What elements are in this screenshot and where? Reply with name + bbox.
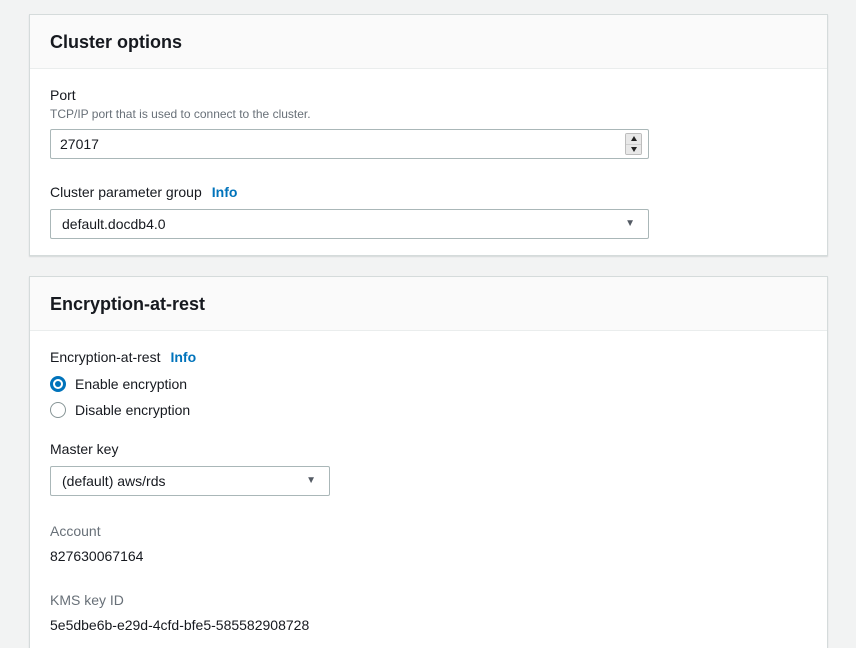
encryption-header: Encryption-at-rest: [30, 277, 827, 331]
stepper-down-button[interactable]: [626, 144, 641, 155]
radio-button-icon: [50, 376, 66, 392]
radio-enable-encryption[interactable]: Enable encryption: [50, 376, 807, 392]
radio-button-icon: [50, 402, 66, 418]
encryption-field-label: Encryption-at-rest: [50, 348, 160, 366]
port-input[interactable]: 27017: [50, 129, 649, 159]
port-stepper: [625, 133, 642, 155]
encryption-label-row: Encryption-at-rest Info: [50, 348, 807, 366]
parameter-group-label-row: Cluster parameter group Info: [50, 183, 807, 201]
port-input-value: 27017: [60, 136, 99, 152]
master-key-select[interactable]: (default) aws/rds ▼: [50, 466, 330, 496]
port-label: Port: [50, 86, 807, 104]
kms-key-id-label: KMS key ID: [50, 591, 807, 609]
radio-enable-label: Enable encryption: [75, 376, 187, 392]
radio-disable-encryption[interactable]: Disable encryption: [50, 402, 807, 418]
account-value: 827630067164: [50, 547, 807, 565]
parameter-group-info-link[interactable]: Info: [212, 184, 238, 200]
cluster-options-panel: Cluster options Port TCP/IP port that is…: [29, 14, 828, 256]
encryption-body: Encryption-at-rest Info Enable encryptio…: [30, 331, 827, 648]
parameter-group-select[interactable]: default.docdb4.0 ▼: [50, 209, 649, 239]
master-key-label: Master key: [50, 440, 807, 458]
chevron-down-icon: ▼: [625, 219, 635, 229]
cluster-options-header: Cluster options: [30, 15, 827, 69]
arrow-down-icon: [631, 147, 637, 152]
account-label: Account: [50, 522, 807, 540]
cluster-options-body: Port TCP/IP port that is used to connect…: [30, 69, 827, 255]
stepper-up-button[interactable]: [626, 134, 641, 144]
parameter-group-label: Cluster parameter group: [50, 183, 202, 201]
radio-disable-label: Disable encryption: [75, 402, 190, 418]
chevron-down-icon: ▼: [306, 476, 316, 486]
encryption-title: Encryption-at-rest: [50, 292, 807, 316]
port-description: TCP/IP port that is used to connect to t…: [50, 106, 807, 122]
master-key-selected-value: (default) aws/rds: [62, 473, 165, 489]
arrow-up-icon: [631, 136, 637, 141]
cluster-options-title: Cluster options: [50, 30, 807, 54]
kms-key-id-value: 5e5dbe6b-e29d-4cfd-bfe5-585582908728: [50, 616, 807, 634]
encryption-info-link[interactable]: Info: [170, 349, 196, 365]
parameter-group-selected-value: default.docdb4.0: [62, 216, 166, 232]
encryption-panel: Encryption-at-rest Encryption-at-rest In…: [29, 276, 828, 648]
